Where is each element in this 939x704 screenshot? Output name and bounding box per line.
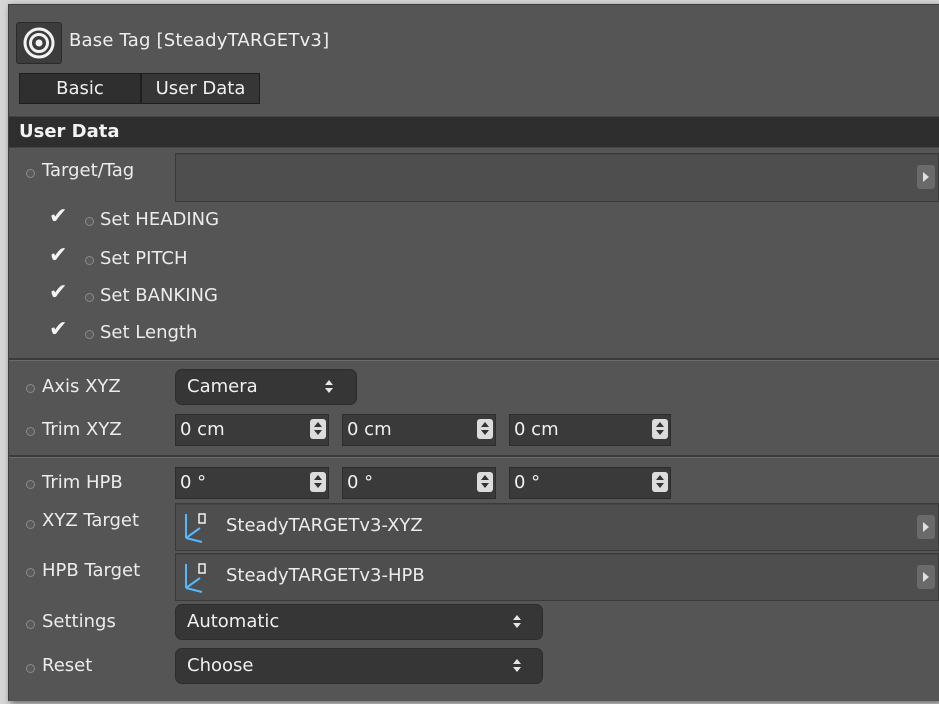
animation-dot-icon[interactable] xyxy=(26,480,35,489)
set-pitch-label: Set PITCH xyxy=(100,248,188,269)
set-banking-checkbox[interactable]: ✔ xyxy=(49,282,69,304)
updown-arrow-icon xyxy=(512,659,522,673)
spinner-arrows-icon[interactable] xyxy=(477,419,493,439)
link-arrow-icon[interactable] xyxy=(917,565,935,589)
settings-label: Settings xyxy=(42,611,116,632)
animation-dot-icon[interactable] xyxy=(85,330,94,339)
link-arrow-icon[interactable] xyxy=(917,515,935,539)
divider xyxy=(9,455,939,458)
target-icon xyxy=(16,22,62,64)
animation-dot-icon[interactable] xyxy=(85,256,94,265)
trim-p-value: 0 ° xyxy=(347,472,374,493)
spinner-arrows-icon[interactable] xyxy=(310,472,326,492)
reset-label: Reset xyxy=(42,655,93,676)
link-arrow-icon[interactable] xyxy=(917,165,935,189)
animation-dot-icon[interactable] xyxy=(85,217,94,226)
tab-basic[interactable]: Basic xyxy=(19,73,141,104)
trim-z-value: 0 cm xyxy=(514,419,559,440)
set-length-checkbox[interactable]: ✔ xyxy=(49,319,69,341)
hpb-target-link-field[interactable]: SteadyTARGETv3-HPB xyxy=(175,553,939,601)
null-object-icon xyxy=(185,513,206,543)
section-title: User Data xyxy=(19,121,120,142)
spinner-arrows-icon[interactable] xyxy=(652,472,668,492)
set-pitch-checkbox[interactable]: ✔ xyxy=(49,245,69,267)
trim-z-field[interactable]: 0 cm xyxy=(509,414,671,446)
updown-arrow-icon xyxy=(512,615,522,629)
set-banking-label: Set BANKING xyxy=(100,285,218,306)
hpb-target-value: SteadyTARGETv3-HPB xyxy=(226,565,425,586)
animation-dot-icon[interactable] xyxy=(26,664,35,673)
updown-arrow-icon xyxy=(324,380,334,394)
spinner-arrows-icon[interactable] xyxy=(652,419,668,439)
settings-value: Automatic xyxy=(187,611,280,632)
settings-dropdown[interactable]: Automatic xyxy=(175,604,543,640)
reset-value: Choose xyxy=(187,655,254,676)
set-length-label: Set Length xyxy=(100,322,198,343)
animation-dot-icon[interactable] xyxy=(26,568,35,577)
trim-h-field[interactable]: 0 ° xyxy=(175,467,329,499)
target-tag-label: Target/Tag xyxy=(42,160,135,181)
spinner-arrows-icon[interactable] xyxy=(477,472,493,492)
animation-dot-icon[interactable] xyxy=(26,169,35,178)
trim-b-value: 0 ° xyxy=(514,472,541,493)
animation-dot-icon[interactable] xyxy=(26,620,35,629)
trim-x-value: 0 cm xyxy=(180,419,225,440)
tab-user-data[interactable]: User Data xyxy=(141,73,260,104)
trim-hpb-label: Trim HPB xyxy=(42,472,123,493)
axis-xyz-value: Camera xyxy=(187,376,258,397)
animation-dot-icon[interactable] xyxy=(85,293,94,302)
null-object-icon xyxy=(185,563,206,593)
set-heading-checkbox[interactable]: ✔ xyxy=(49,206,69,228)
section-header: User Data xyxy=(9,116,939,148)
animation-dot-icon[interactable] xyxy=(26,520,35,529)
spinner-arrows-icon[interactable] xyxy=(310,419,326,439)
window-title: Base Tag [SteadyTARGETv3] xyxy=(69,30,330,51)
trim-y-field[interactable]: 0 cm xyxy=(342,414,496,446)
xyz-target-value: SteadyTARGETv3-XYZ xyxy=(226,515,423,536)
target-tag-link-field[interactable] xyxy=(175,153,939,202)
reset-dropdown[interactable]: Choose xyxy=(175,648,543,684)
title-bar: Base Tag [SteadyTARGETv3] xyxy=(9,5,939,67)
animation-dot-icon[interactable] xyxy=(26,427,35,436)
trim-y-value: 0 cm xyxy=(347,419,392,440)
axis-xyz-label: Axis XYZ xyxy=(42,376,121,397)
animation-dot-icon[interactable] xyxy=(26,384,35,393)
axis-xyz-dropdown[interactable]: Camera xyxy=(175,369,357,405)
trim-x-field[interactable]: 0 cm xyxy=(175,414,329,446)
hpb-target-label: HPB Target xyxy=(42,560,141,581)
attribute-panel: Base Tag [SteadyTARGETv3] Basic User Dat… xyxy=(8,4,939,701)
trim-xyz-label: Trim XYZ xyxy=(42,419,122,440)
xyz-target-label: XYZ Target xyxy=(42,510,140,531)
trim-p-field[interactable]: 0 ° xyxy=(342,467,496,499)
trim-h-value: 0 ° xyxy=(180,472,207,493)
divider xyxy=(9,358,939,361)
xyz-target-link-field[interactable]: SteadyTARGETv3-XYZ xyxy=(175,503,939,551)
set-heading-label: Set HEADING xyxy=(100,209,220,230)
trim-b-field[interactable]: 0 ° xyxy=(509,467,671,499)
